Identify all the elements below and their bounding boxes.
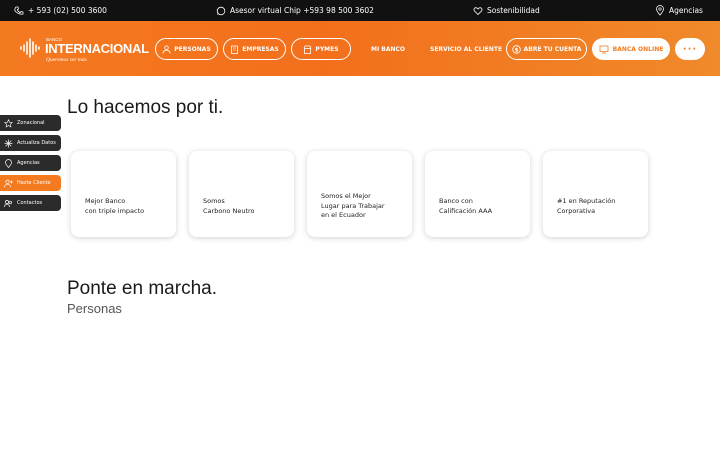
nav-empresas-button[interactable]: EMPRESAS bbox=[223, 38, 286, 60]
nav-pymes-label: PYMES bbox=[315, 45, 339, 53]
sidebar-item-actualiza-datos[interactable]: Actualiza Datos bbox=[0, 135, 61, 151]
section-title-ponte-en-marcha: Ponte en marcha. bbox=[67, 278, 217, 299]
online-banking-button[interactable]: BANCA ONLINE bbox=[592, 38, 670, 60]
feature-card[interactable]: #1 en Reputación Corporativa bbox=[543, 151, 648, 237]
feature-card-text: Mejor Banco con triple impacto bbox=[85, 197, 145, 215]
location-icon bbox=[5, 158, 12, 168]
feature-card[interactable]: Somos el Mejor Lugar para Trabajar en el… bbox=[307, 151, 412, 237]
virtual-assistant-label: Asesor virtual Chip +593 98 500 3602 bbox=[230, 6, 374, 15]
svg-text:$: $ bbox=[514, 47, 518, 53]
phone-icon bbox=[14, 6, 24, 15]
sidebar-item-label: Zonacional bbox=[17, 120, 45, 126]
feature-card-text: Somos Carbono Neutro bbox=[203, 197, 255, 215]
virtual-assistant-link[interactable]: Asesor virtual Chip +593 98 500 3602 bbox=[216, 0, 374, 21]
sidebar-item-label: Hazte Cliente bbox=[17, 180, 51, 186]
feature-card-text: Somos el Mejor Lugar para Trabajar en el… bbox=[321, 192, 385, 219]
online-banking-label: BANCA ONLINE bbox=[612, 45, 664, 53]
sidebar-item-label: Contactos bbox=[17, 200, 43, 206]
sidebar-item-agencias[interactable]: Agencias bbox=[0, 155, 61, 171]
main-header: BANCO INTERNACIONAL Queremos ser más PER… bbox=[0, 21, 720, 76]
sidebar-item-label: Actualiza Datos bbox=[17, 140, 56, 146]
phone-link[interactable]: + 593 (02) 500 3600 bbox=[14, 0, 107, 21]
phone-number: + 593 (02) 500 3600 bbox=[28, 6, 107, 15]
logo-tagline: Queremos ser más bbox=[46, 57, 87, 63]
sidebar-item-label: Agencias bbox=[17, 160, 40, 166]
feature-card[interactable]: Banco con Calificación AAA bbox=[425, 151, 530, 237]
open-account-label: ABRE TU CUENTA bbox=[523, 45, 582, 53]
nav-pymes-button[interactable]: PYMES bbox=[291, 38, 351, 60]
feature-card[interactable]: Somos Carbono Neutro bbox=[189, 151, 294, 237]
whatsapp-icon bbox=[216, 6, 226, 15]
section-title-lo-hacemos: Lo hacemos por ti. bbox=[67, 97, 224, 118]
logo-mark-icon bbox=[20, 38, 40, 58]
building-icon bbox=[231, 45, 239, 54]
star-icon bbox=[4, 118, 13, 128]
section-subtitle-personas: Personas bbox=[67, 301, 122, 316]
dollar-icon: $ bbox=[511, 44, 521, 54]
branches-link[interactable]: Agencias bbox=[655, 0, 703, 21]
feature-card[interactable]: Mejor Banco con triple impacto bbox=[71, 151, 176, 237]
feature-card-text: Banco con Calificación AAA bbox=[439, 197, 493, 215]
person-icon bbox=[162, 45, 171, 54]
user-add-icon bbox=[4, 179, 13, 187]
sidebar-item-contactos[interactable]: Contactos bbox=[0, 195, 61, 211]
contacts-icon bbox=[4, 199, 12, 207]
open-account-button[interactable]: $ ABRE TU CUENTA bbox=[506, 38, 587, 60]
sparkle-icon bbox=[4, 139, 13, 147]
nav-mi-banco-link[interactable]: MI BANCO bbox=[371, 38, 405, 60]
nav-servicio-cliente-link[interactable]: SERVICIO AL CLIENTE bbox=[430, 38, 502, 60]
nav-personas-button[interactable]: PERSONAS bbox=[155, 38, 218, 60]
sustainability-link[interactable]: Sostenibilidad bbox=[473, 0, 540, 21]
nav-mi-banco-label: MI BANCO bbox=[371, 45, 406, 53]
feature-card-text: #1 en Reputación Corporativa bbox=[557, 197, 616, 215]
nav-personas-label: PERSONAS bbox=[174, 45, 211, 53]
nav-servicio-cliente-label: SERVICIO AL CLIENTE bbox=[430, 45, 503, 53]
branches-label: Agencias bbox=[669, 6, 703, 15]
store-icon bbox=[304, 45, 312, 54]
nav-empresas-label: EMPRESAS bbox=[242, 45, 279, 53]
more-dots-icon: ··· bbox=[682, 43, 698, 55]
sidebar-item-hazte-cliente[interactable]: Hazte Cliente bbox=[0, 175, 61, 191]
monitor-icon bbox=[599, 45, 609, 53]
top-bar: + 593 (02) 500 3600 Asesor virtual Chip … bbox=[0, 0, 720, 21]
bank-logo[interactable]: BANCO INTERNACIONAL Queremos ser más bbox=[18, 35, 149, 65]
logo-name: INTERNACIONAL bbox=[45, 41, 149, 56]
location-icon bbox=[656, 5, 664, 16]
sustainability-label: Sostenibilidad bbox=[487, 6, 540, 15]
heart-icon bbox=[473, 6, 483, 15]
sidebar-item-zonacional[interactable]: Zonacional bbox=[0, 115, 61, 131]
more-menu-button[interactable]: ··· bbox=[675, 38, 705, 60]
